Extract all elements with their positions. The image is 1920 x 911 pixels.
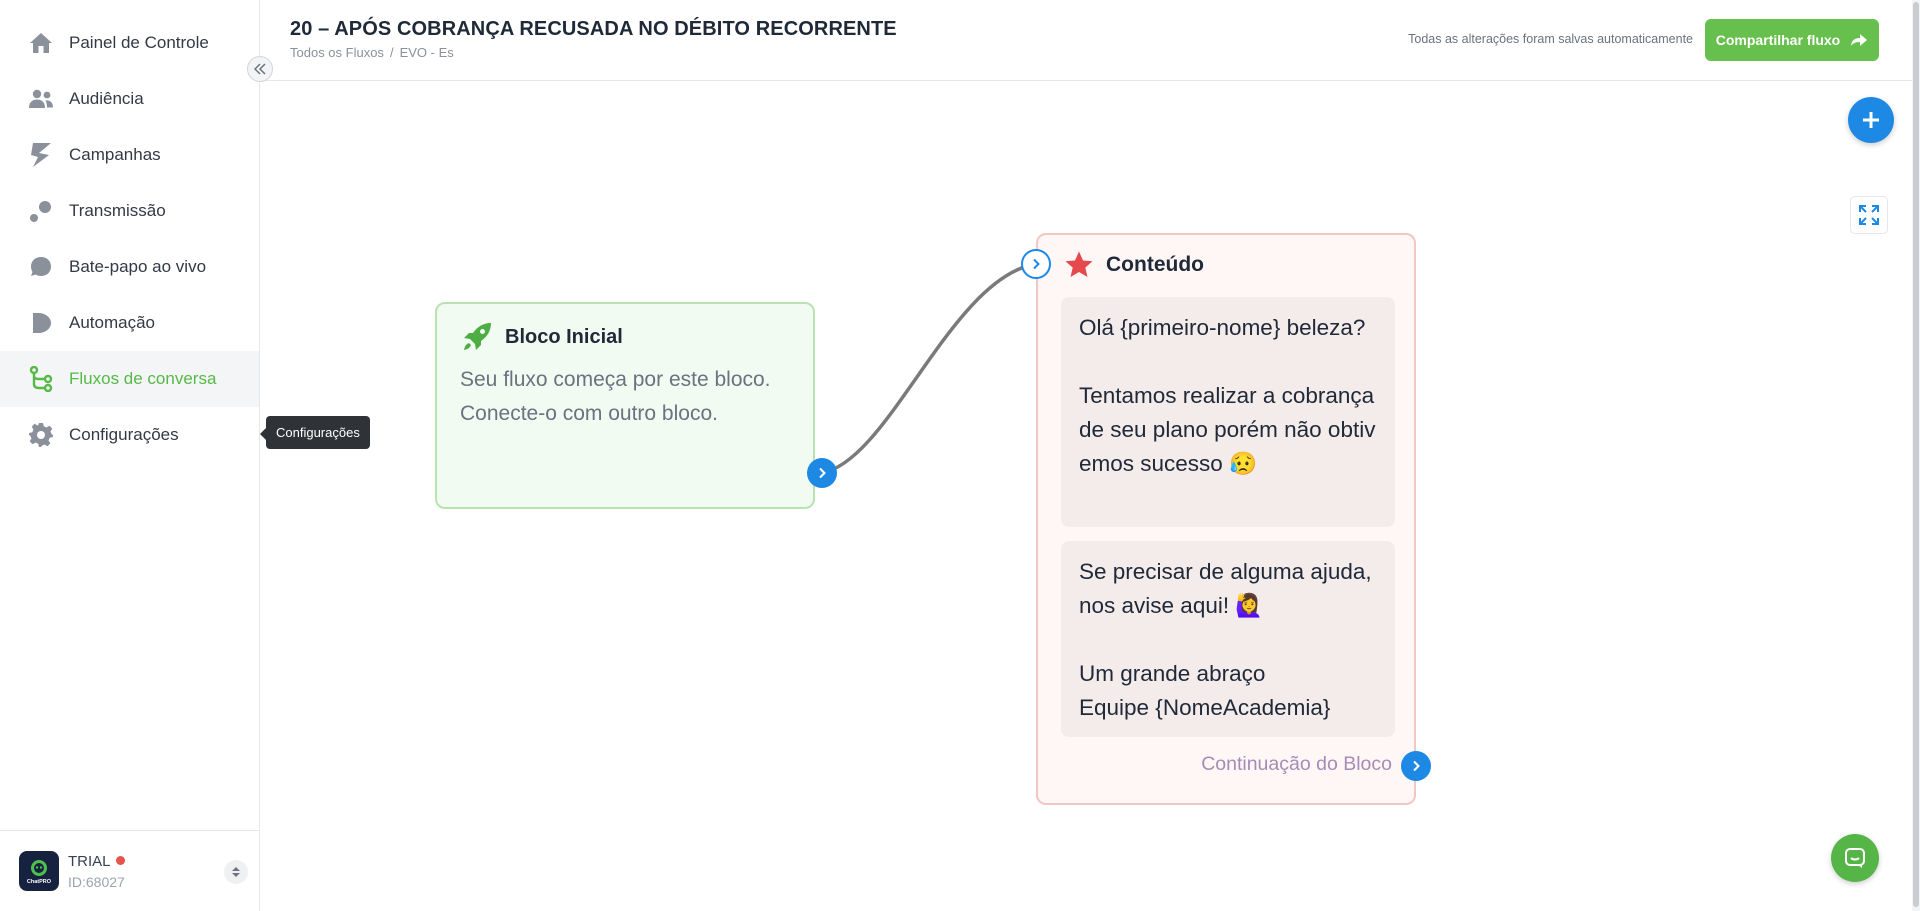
content-block-header: Conteúdo xyxy=(1064,250,1204,280)
sidebar-item-label: Painel de Controle xyxy=(69,33,209,52)
sidebar-item-audiencia[interactable]: Audiência xyxy=(0,71,259,127)
start-block-output-port[interactable] xyxy=(807,458,837,488)
sidebar-item-fluxos-de-conversa[interactable]: Fluxos de conversa xyxy=(0,351,259,407)
campaigns-icon xyxy=(28,142,54,168)
start-block-header: Bloco Inicial xyxy=(461,321,623,353)
svg-text:ChatPRO: ChatPRO xyxy=(27,879,52,885)
flow-header: 20 – APÓS COBRANÇA RECUSADA NO DÉBITO RE… xyxy=(261,0,1920,81)
message-bubble[interactable]: Olá {primeiro-nome} beleza? Tentamos rea… xyxy=(1061,297,1395,527)
sidebar-item-automacao[interactable]: Automação xyxy=(0,295,259,351)
add-block-button[interactable] xyxy=(1848,97,1894,143)
sidebar: Painel de Controle Audiência Campanhas T… xyxy=(0,0,260,911)
fullscreen-button[interactable] xyxy=(1850,196,1888,234)
broadcast-icon xyxy=(28,198,54,224)
sidebar-item-label: Configurações xyxy=(69,425,179,444)
chevron-right-icon xyxy=(819,467,826,479)
content-block-output-port[interactable] xyxy=(1401,751,1431,781)
page-scrollbar[interactable] xyxy=(1912,0,1920,911)
gear-icon xyxy=(28,422,54,448)
start-block[interactable]: Bloco Inicial Seu fluxo começa por este … xyxy=(435,302,815,509)
star-icon xyxy=(1065,251,1093,277)
share-arrow-icon xyxy=(1851,34,1868,46)
account-id: ID:68027 xyxy=(68,874,125,890)
account-logo: ChatPRO xyxy=(19,851,59,891)
sidebar-item-label: Fluxos de conversa xyxy=(69,369,217,388)
collapse-sidebar-button[interactable] xyxy=(247,56,273,82)
sidebar-item-campanhas[interactable]: Campanhas xyxy=(0,127,259,183)
sidebar-item-bate-papo[interactable]: Bate-papo ao vivo xyxy=(0,239,259,295)
home-icon xyxy=(28,30,54,56)
content-block-input-port[interactable] xyxy=(1021,249,1051,279)
account-switcher[interactable]: ChatPRO TRIAL ID:68027 xyxy=(0,830,259,911)
chat-bubble-icon xyxy=(28,254,54,280)
flow-icon xyxy=(28,366,54,392)
plan-label: TRIAL xyxy=(68,853,111,870)
page-title: 20 – APÓS COBRANÇA RECUSADA NO DÉBITO RE… xyxy=(290,18,897,40)
block-continuation-label: Continuação do Bloco xyxy=(1201,753,1392,775)
rocket-icon xyxy=(464,323,491,350)
chevron-right-icon xyxy=(1413,760,1420,772)
breadcrumb-all-flows[interactable]: Todos os Fluxos xyxy=(290,45,384,60)
double-chevron-left-icon xyxy=(253,63,266,75)
chevron-right-icon xyxy=(1033,258,1040,270)
breadcrumb-current: EVO - Es xyxy=(399,45,454,60)
share-flow-button[interactable]: Compartilhar fluxo xyxy=(1705,19,1879,61)
status-dot xyxy=(115,856,125,865)
sidebar-item-label: Bate-papo ao vivo xyxy=(69,257,207,276)
play-icon xyxy=(28,310,54,336)
support-chat-button[interactable] xyxy=(1831,834,1879,882)
content-block[interactable]: Conteúdo Olá {primeiro-nome} beleza? Ten… xyxy=(1036,233,1416,805)
message-bubble[interactable]: Se precisar de alguma ajuda, nos avise a… xyxy=(1061,541,1395,737)
sidebar-item-label: Audiência xyxy=(69,89,144,108)
expand-icon xyxy=(1859,205,1879,225)
sidebar-nav: Painel de Controle Audiência Campanhas T… xyxy=(0,15,259,463)
chat-icon xyxy=(1845,848,1865,868)
users-icon xyxy=(28,86,54,112)
breadcrumb-separator: / xyxy=(389,45,394,60)
tooltip: Configurações xyxy=(260,416,370,449)
content-block-title: Conteúdo xyxy=(1106,253,1204,276)
sidebar-item-label: Campanhas xyxy=(69,145,161,164)
account-plan: TRIAL xyxy=(68,853,125,870)
scrollbar-thumb[interactable] xyxy=(1913,2,1919,907)
sidebar-item-transmissao[interactable]: Transmissão xyxy=(0,183,259,239)
start-block-title: Bloco Inicial xyxy=(505,325,623,348)
plus-icon xyxy=(1863,112,1879,128)
breadcrumb: Todos os Fluxos / EVO - Es xyxy=(290,45,454,60)
sidebar-item-label: Transmissão xyxy=(69,201,166,220)
sidebar-item-label: Automação xyxy=(69,313,155,332)
sidebar-item-configuracoes[interactable]: Configurações xyxy=(0,407,259,463)
start-block-description: Seu fluxo começa por este bloco. Conecte… xyxy=(460,368,771,425)
chevron-updown-icon[interactable] xyxy=(224,860,248,884)
sidebar-item-painel-de-controle[interactable]: Painel de Controle xyxy=(0,15,259,71)
autosave-status: Todas as alterações foram salvas automat… xyxy=(1408,32,1693,46)
share-flow-label: Compartilhar fluxo xyxy=(1715,32,1841,48)
